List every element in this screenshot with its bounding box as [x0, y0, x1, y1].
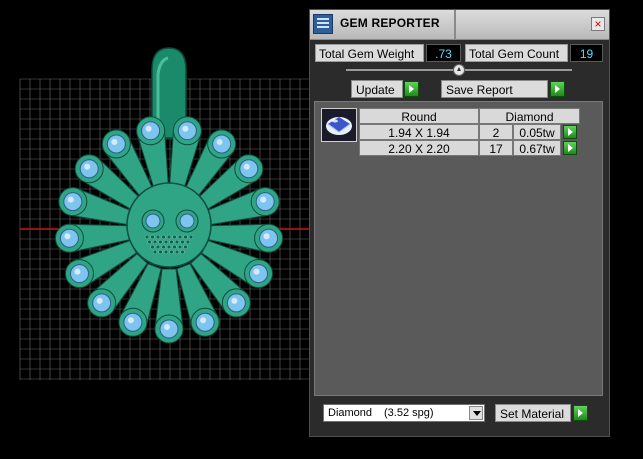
row-select-go-icon[interactable] [563, 125, 577, 139]
update-go-icon[interactable] [404, 81, 419, 97]
chevron-down-icon[interactable] [469, 406, 483, 420]
shape-header: Round [359, 108, 479, 124]
gem-reporter-panel: GEM REPORTER × Total Gem Weight .73 Tota… [309, 9, 610, 437]
title-bar[interactable]: GEM REPORTER × [310, 10, 609, 40]
title-separator [454, 10, 456, 39]
set-material-go-icon[interactable] [573, 405, 588, 421]
material-name: Diamond [328, 407, 373, 419]
row-select-go-icon[interactable] [563, 141, 577, 155]
close-icon[interactable]: × [591, 17, 605, 31]
material-header: Diamond [479, 108, 580, 124]
material-spg: (3.52 spg) [384, 407, 434, 419]
total-gem-weight-label: Total Gem Weight [315, 44, 424, 62]
total-gem-count-label: Total Gem Count [465, 44, 568, 62]
gem-weight: 0.05tw [513, 124, 561, 140]
gem-report-area: Round Diamond 1.94 X 1.94 2 0.05tw 2.20 … [314, 101, 603, 396]
gem-size: 1.94 X 1.94 [359, 124, 479, 140]
material-dropdown[interactable]: Diamond (3.52 spg) [323, 404, 485, 422]
save-report-go-icon[interactable] [550, 81, 565, 97]
round-gem-icon[interactable] [321, 108, 357, 142]
report-slider-thumb[interactable] [453, 64, 465, 76]
gem-weight: 0.67tw [513, 140, 561, 156]
save-report-button[interactable]: Save Report [441, 80, 548, 98]
update-button[interactable]: Update [351, 80, 403, 98]
set-material-button[interactable]: Set Material [495, 404, 571, 422]
gem-size: 2.20 X 2.20 [359, 140, 479, 156]
report-app-icon [313, 14, 333, 34]
panel-title: GEM REPORTER [340, 16, 440, 30]
gem-count: 2 [479, 124, 513, 140]
total-gem-count-value: 19 [570, 44, 603, 62]
gem-count: 17 [479, 140, 513, 156]
pendant-model[interactable] [54, 47, 284, 344]
total-gem-weight-value: .73 [426, 44, 461, 62]
